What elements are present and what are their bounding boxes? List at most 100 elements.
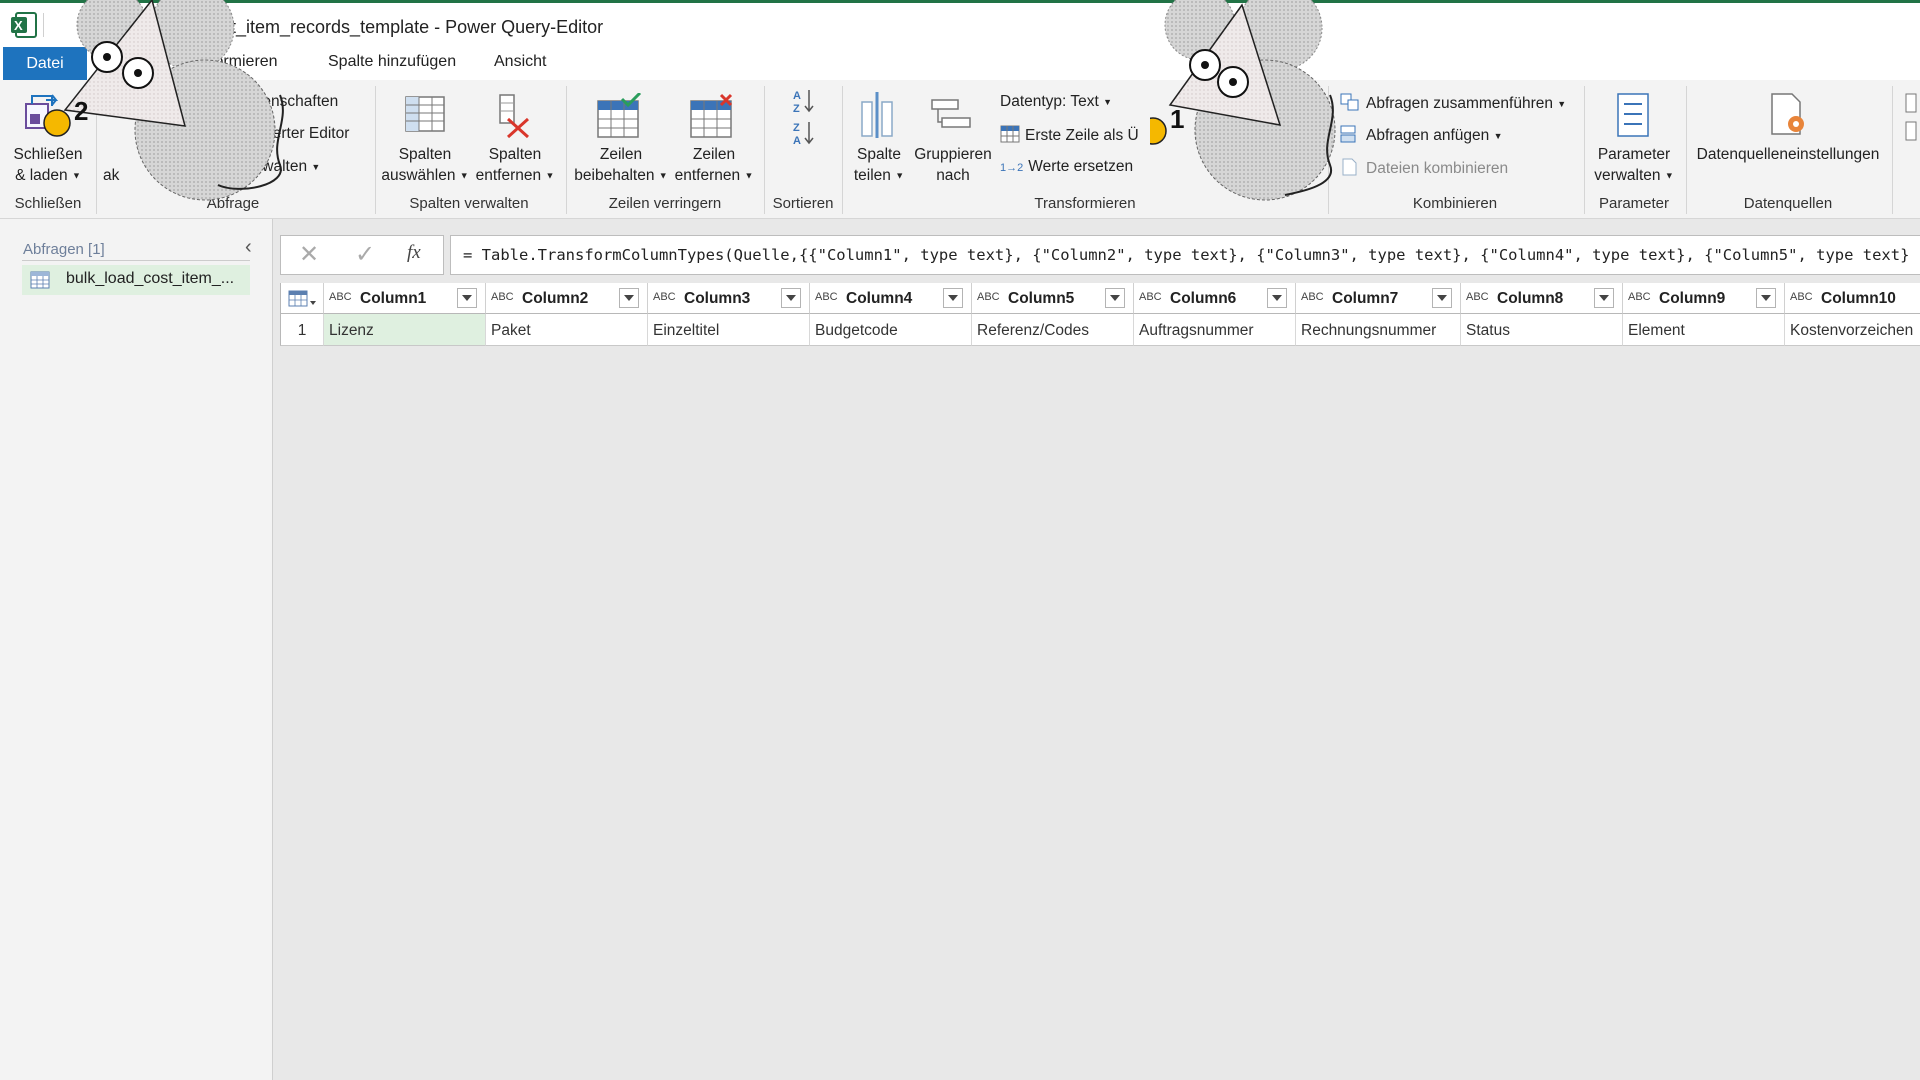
group-label-sort: Sortieren xyxy=(772,195,834,212)
table-menu[interactable] xyxy=(280,283,324,314)
column-filter-dropdown-icon[interactable] xyxy=(1267,288,1287,308)
group-by-button[interactable]: Gruppieren nach xyxy=(910,144,996,186)
column-header[interactable]: ABC Column7 xyxy=(1296,283,1461,314)
text-type-icon[interactable]: ABC xyxy=(1466,291,1489,303)
column-header[interactable]: ABC Column4 xyxy=(810,283,972,314)
column-header-label: Column6 xyxy=(1170,290,1237,307)
replace-values-button[interactable]: 1→2 Werte ersetzen xyxy=(1000,158,1133,176)
ribbon-separator xyxy=(1686,86,1687,214)
remove-rows-icon xyxy=(690,93,733,138)
combine-files-button[interactable]: Dateien kombinieren xyxy=(1340,158,1508,178)
append-queries-button[interactable]: Abfragen anfügen ▼ xyxy=(1340,125,1502,145)
column-filter-dropdown-icon[interactable] xyxy=(943,288,963,308)
first-row-headers-button[interactable]: Erste Zeile als Ü xyxy=(1000,125,1139,145)
column-header-label: Column5 xyxy=(1008,290,1075,307)
text-type-icon[interactable]: ABC xyxy=(1139,291,1162,303)
column-filter-dropdown-icon[interactable] xyxy=(781,288,801,308)
remove-columns-icon xyxy=(499,94,530,139)
manage-parameters-button[interactable]: Parameter verwalten ▼ xyxy=(1588,144,1680,186)
keep-rows-button[interactable]: Zeilen beibehalten ▼ xyxy=(572,144,670,186)
table-cell[interactable]: Rechnungsnummer xyxy=(1296,314,1461,346)
ribbon-separator xyxy=(764,86,765,214)
column-filter-dropdown-icon[interactable] xyxy=(457,288,477,308)
table-cell[interactable]: Einzeltitel xyxy=(648,314,810,346)
keep-rows-icon xyxy=(597,93,642,138)
remove-columns-button[interactable]: Spalten entfernen ▼ xyxy=(470,144,560,186)
chevron-down-icon: ▼ xyxy=(1103,96,1113,107)
text-type-icon[interactable]: ABC xyxy=(329,291,352,303)
query-item[interactable]: bulk_load_cost_item_... xyxy=(22,265,250,295)
text-type-icon[interactable]: ABC xyxy=(1790,291,1813,303)
column-header[interactable]: ABC Column8 xyxy=(1461,283,1623,314)
new-query-icon[interactable] xyxy=(1902,92,1920,152)
sort-ascending-icon[interactable]: A Z xyxy=(792,88,816,114)
text-type-icon[interactable]: ABC xyxy=(1628,291,1651,303)
choose-columns-button[interactable]: Spalten auswählen ▼ xyxy=(380,144,470,186)
table-cell[interactable]: Auftragsnummer xyxy=(1134,314,1296,346)
queries-header: Abfragen [1] xyxy=(23,241,105,258)
fx-icon[interactable]: fx xyxy=(407,242,421,264)
group-by-icon xyxy=(931,99,971,128)
table-headers-icon xyxy=(1000,125,1020,143)
text-type-icon[interactable]: ABC xyxy=(977,291,1000,303)
column-header-label: Column4 xyxy=(846,290,913,307)
choose-columns-icon xyxy=(405,96,445,132)
column-header-label: Column7 xyxy=(1332,290,1399,307)
cancel-icon[interactable]: ✕ xyxy=(299,240,319,269)
table-cell[interactable]: Element xyxy=(1623,314,1785,346)
data-type-dropdown[interactable]: Datentyp: Text ▼ xyxy=(1000,93,1112,111)
chevron-down-icon: ▼ xyxy=(1493,130,1503,141)
text-type-icon[interactable]: ABC xyxy=(653,291,676,303)
table-cell[interactable]: Status xyxy=(1461,314,1623,346)
tab-add-column[interactable]: Spalte hinzufügen xyxy=(328,53,456,71)
text-type-icon[interactable]: ABC xyxy=(1301,291,1324,303)
column-header[interactable]: ABC Column10 xyxy=(1785,283,1920,314)
column-filter-dropdown-icon[interactable] xyxy=(1105,288,1125,308)
column-header-label: Column3 xyxy=(684,290,751,307)
manage-parameters-icon xyxy=(1617,93,1649,137)
column-header[interactable]: ABC Column6 xyxy=(1134,283,1296,314)
sort-descending-icon[interactable]: Z A xyxy=(792,120,816,146)
column-filter-dropdown-icon[interactable] xyxy=(1594,288,1614,308)
remove-rows-button[interactable]: Zeilen entfernen ▼ xyxy=(668,144,760,186)
split-column-button[interactable]: Spalte teilen ▼ xyxy=(846,144,912,186)
mascot-illustration-right xyxy=(1150,0,1336,201)
formula-input[interactable]: = Table.TransformColumnTypes(Quelle,{{"C… xyxy=(450,235,1920,275)
column-header[interactable]: ABC Column5 xyxy=(972,283,1134,314)
commit-icon[interactable]: ✓ xyxy=(355,240,375,269)
table-cell[interactable]: Kostenvorzeichen xyxy=(1785,314,1920,346)
merge-queries-button[interactable]: Abfragen zusammenführen ▼ xyxy=(1340,93,1566,113)
column-header[interactable]: ABC Column1 xyxy=(324,283,486,314)
split-column-icon xyxy=(861,92,893,138)
column-header[interactable]: ABC Column9 xyxy=(1623,283,1785,314)
ribbon-separator xyxy=(842,86,843,214)
text-type-icon[interactable]: ABC xyxy=(815,291,838,303)
column-filter-dropdown-icon[interactable] xyxy=(1756,288,1776,308)
collapse-pane-icon[interactable]: ‹ xyxy=(245,236,252,259)
queries-pane: Abfragen [1] ‹ bulk_load_cost_item_... xyxy=(0,219,273,1080)
group-label-reduce-rows: Zeilen verringern xyxy=(608,195,722,212)
marker-number-1: 1 xyxy=(1170,104,1185,134)
data-source-settings-button[interactable]: Datenquelleneinstellungen xyxy=(1690,144,1886,165)
table-cell[interactable]: Budgetcode xyxy=(810,314,972,346)
column-filter-dropdown-icon[interactable] xyxy=(1432,288,1452,308)
row-number[interactable]: 1 xyxy=(280,314,324,346)
ribbon-separator xyxy=(1584,86,1585,214)
svg-text:A: A xyxy=(793,135,801,146)
group-label-transform: Transformieren xyxy=(1034,195,1136,212)
text-type-icon[interactable]: ABC xyxy=(491,291,514,303)
column-header-label: Column2 xyxy=(522,290,589,307)
column-header[interactable]: ABC Column3 xyxy=(648,283,810,314)
queries-divider xyxy=(22,260,250,261)
chevron-down-icon: ▼ xyxy=(895,170,905,181)
table-cell[interactable]: Paket xyxy=(486,314,648,346)
column-filter-dropdown-icon[interactable] xyxy=(619,288,639,308)
chevron-down-icon: ▼ xyxy=(744,170,754,181)
column-header[interactable]: ABC Column2 xyxy=(486,283,648,314)
column-header-label: Column8 xyxy=(1497,290,1564,307)
tab-view[interactable]: Ansicht xyxy=(494,53,546,71)
table-cell[interactable]: Lizenz xyxy=(324,314,486,346)
svg-text:Z: Z xyxy=(793,103,800,114)
table-icon xyxy=(30,271,50,289)
table-cell[interactable]: Referenz/Codes xyxy=(972,314,1134,346)
